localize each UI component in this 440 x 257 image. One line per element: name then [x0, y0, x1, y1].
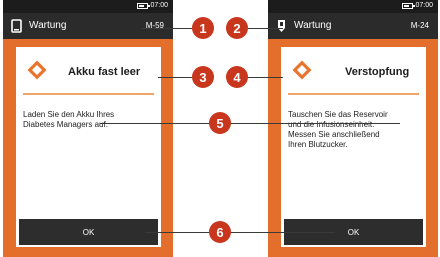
card-message: Laden Sie den Akku Ihres Diabetes Manage… — [23, 110, 115, 129]
divider — [288, 93, 419, 95]
header-bar: Wartung M-59 — [3, 13, 173, 39]
battery-icon — [137, 3, 150, 9]
warning-card: Akku fast leer Laden Sie den Akku Ihres … — [16, 47, 161, 247]
header-title: Wartung — [294, 20, 332, 31]
status-bar: 07:00 — [3, 0, 173, 13]
leader-line-2 — [248, 28, 283, 29]
card-title: Akku fast leer — [68, 66, 141, 78]
callout-1: 1 — [192, 17, 214, 39]
warning-diamond-icon — [27, 60, 47, 80]
leader-line-1 — [142, 28, 192, 29]
status-time: 07:00 — [150, 2, 168, 9]
header-title: Wartung — [29, 20, 67, 31]
warning-card: Verstopfung Tauschen Sie das Reservoir u… — [281, 47, 426, 247]
left-device-screen: 07:00 Wartung M-59 Akku fast leer Laden … — [3, 0, 173, 257]
card-header: Akku fast leer — [16, 47, 161, 94]
divider — [23, 93, 154, 95]
callout-6: 6 — [209, 221, 231, 243]
leader-line-4 — [248, 77, 283, 78]
right-device-screen: 07:00 Wartung M-24 Verstopfung Tauschen … — [268, 0, 438, 257]
callout-4: 4 — [226, 66, 248, 88]
battery-icon — [402, 3, 415, 9]
pump-cartridge-icon — [278, 20, 285, 32]
leader-line-5 — [100, 123, 400, 124]
warning-diamond-icon — [292, 60, 312, 80]
device-icon — [11, 19, 22, 33]
leader-line-3 — [158, 77, 192, 78]
card-message: Tauschen Sie das Reservoir und die Infus… — [288, 110, 388, 149]
card-title: Verstopfung — [345, 66, 410, 78]
callout-3: 3 — [192, 66, 214, 88]
status-bar: 07:00 — [268, 0, 438, 13]
card-header: Verstopfung — [281, 47, 426, 94]
leader-line-6 — [145, 232, 335, 233]
callout-2: 2 — [226, 17, 248, 39]
ok-button[interactable]: OK — [19, 219, 158, 245]
status-time: 07:00 — [415, 2, 433, 9]
message-code: M-24 — [410, 21, 429, 30]
header-bar: Wartung M-24 — [268, 13, 438, 39]
callout-5: 5 — [209, 112, 231, 134]
